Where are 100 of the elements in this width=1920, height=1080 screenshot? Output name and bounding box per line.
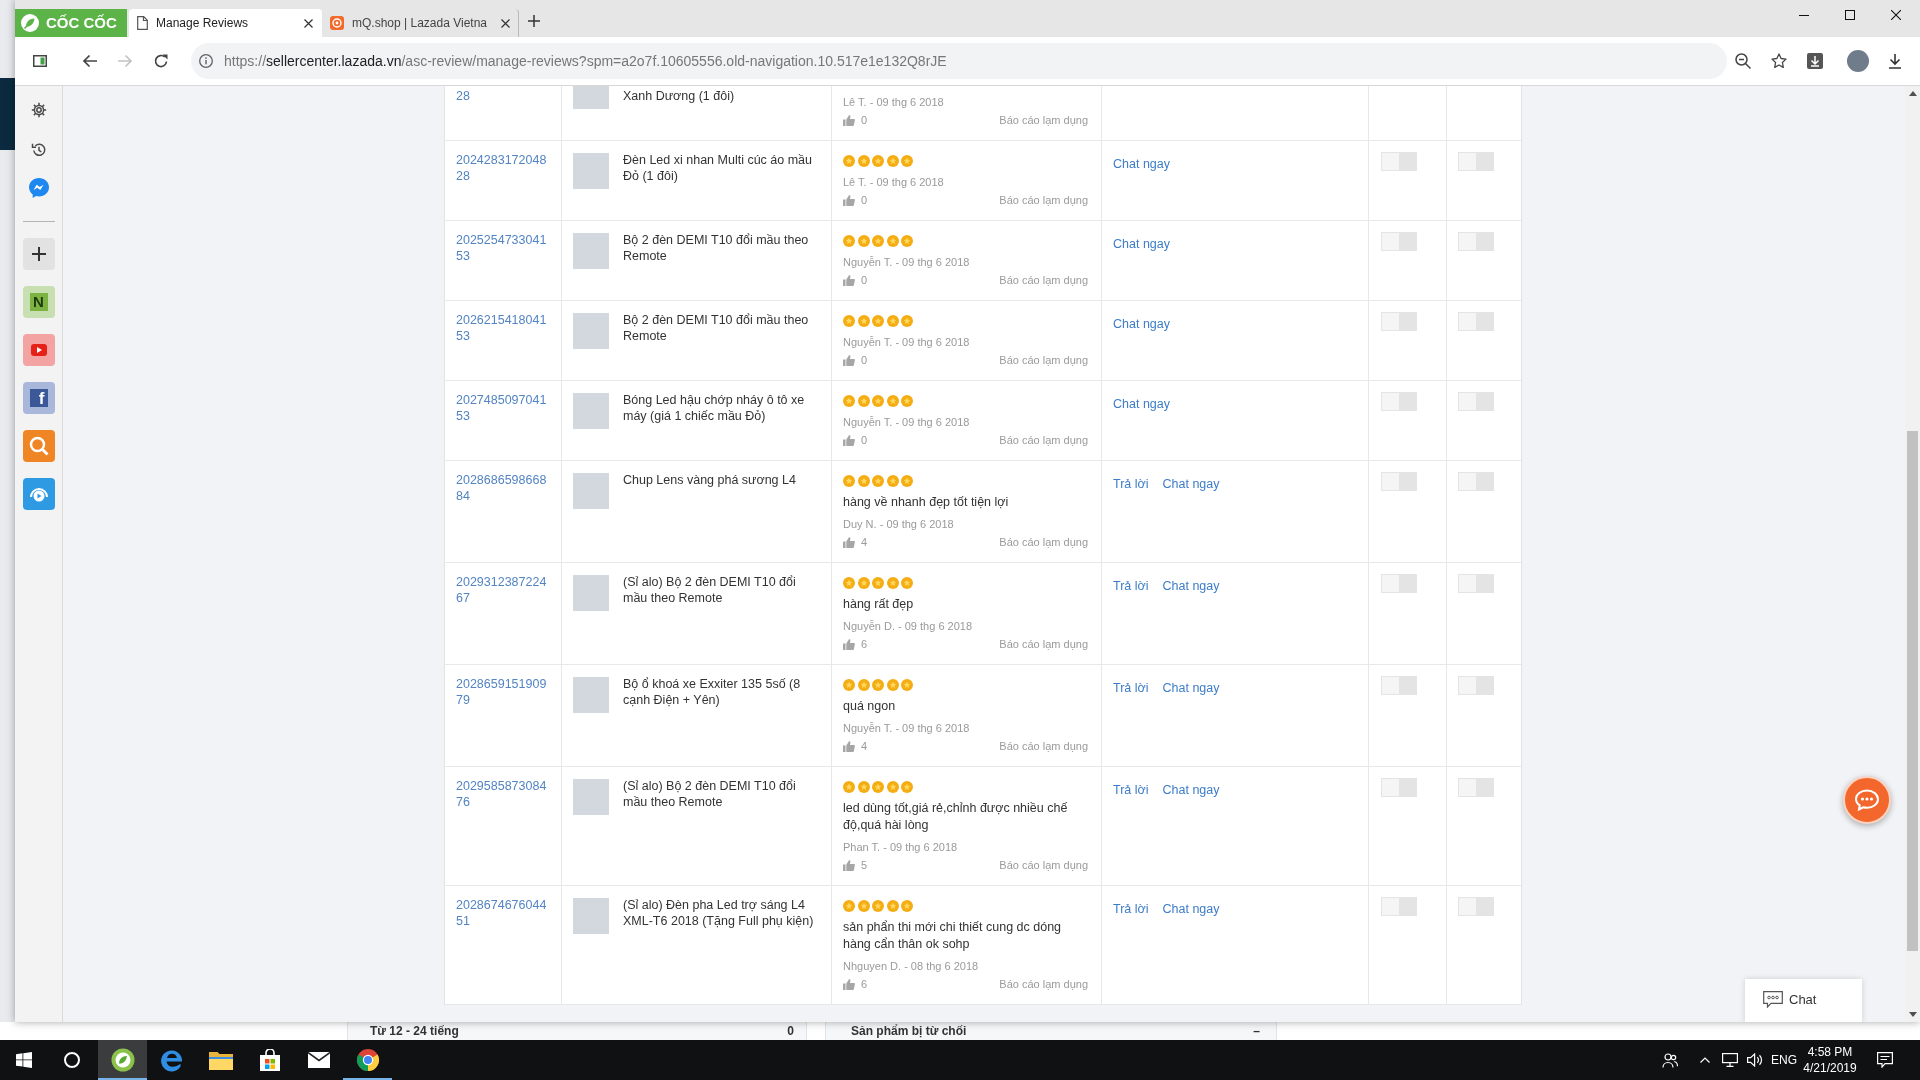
report-abuse-link[interactable]: Báo cáo lạm dụng [999, 534, 1088, 550]
action-link[interactable]: Trả lời [1113, 782, 1149, 798]
action-link[interactable]: Trả lời [1113, 578, 1149, 594]
report-abuse-link[interactable]: Báo cáo lạm dụng [999, 192, 1088, 208]
taskbar-button[interactable] [98, 1040, 147, 1080]
action-link[interactable]: Trả lời [1113, 901, 1149, 917]
review-id-link[interactable]: 202867467604451 [456, 897, 549, 929]
maximize-icon[interactable] [1845, 10, 1855, 20]
report-abuse-link[interactable]: Báo cáo lạm dụng [999, 352, 1088, 368]
browser-tab[interactable]: Manage Reviews [129, 9, 322, 37]
toggle-switch[interactable] [1458, 472, 1494, 491]
toggle-switch[interactable] [1458, 897, 1494, 916]
headphones-play-icon[interactable] [22, 478, 55, 510]
review-id-link[interactable]: 202428317204828 [456, 152, 549, 184]
review-id-link[interactable]: 202931238722467 [456, 574, 549, 606]
review-id-link[interactable]: 202748509704153 [456, 392, 549, 424]
bookmark-star-icon[interactable] [1771, 53, 1787, 69]
address-bar[interactable]: https://sellercenter.lazada.vn/asc-review/manage-reviews?spm=a2o7f.10605556.old-navigation.10.517e1e132Q8rJE [191, 43, 1727, 79]
action-link[interactable]: Trả lời [1113, 476, 1149, 492]
toggle-switch[interactable] [1381, 778, 1417, 797]
toggle-switch[interactable] [1458, 778, 1494, 797]
network-icon[interactable] [1722, 1053, 1738, 1067]
action-link[interactable]: Chat ngay [1162, 476, 1220, 492]
action-link[interactable]: Chat ngay [1162, 901, 1220, 917]
toggle-switch[interactable] [1381, 152, 1417, 171]
download-icon[interactable] [1888, 53, 1902, 69]
product-name: Bóng Led hậu chớp nháy ô tô xe máy (giá 1 chiếc mầu Đỏ) [623, 392, 806, 424]
search-icon[interactable] [22, 430, 55, 462]
review-id-link[interactable]: 202525473304153 [456, 232, 549, 264]
caret-up-icon[interactable] [1908, 91, 1917, 96]
app-button[interactable]: f [22, 382, 55, 414]
people-icon[interactable] [1662, 1052, 1678, 1068]
toggle-switch[interactable] [1381, 676, 1417, 695]
action-link[interactable]: Chat ngay [1162, 578, 1220, 594]
review-id-link[interactable]: 202865915190979 [456, 676, 549, 708]
language-indicator[interactable]: ENG [1771, 1053, 1797, 1067]
toggle-switch[interactable] [1381, 392, 1417, 411]
caret-down-icon[interactable] [1908, 1012, 1917, 1017]
toggle-switch[interactable] [1458, 152, 1494, 171]
add-icon[interactable] [22, 238, 55, 270]
app-button[interactable]: N [22, 286, 55, 318]
notification-icon[interactable] [1877, 1052, 1893, 1068]
video-play-icon[interactable] [22, 334, 55, 366]
toggle-switch[interactable] [1458, 312, 1494, 331]
review-id-link[interactable]: 28 [456, 88, 470, 104]
four-panes-icon[interactable] [16, 1052, 32, 1068]
toggle-switch[interactable] [1458, 574, 1494, 593]
volume-icon[interactable] [1747, 1053, 1763, 1067]
report-abuse-link[interactable]: Báo cáo lạm dụng [999, 112, 1088, 128]
like-count: 6 [861, 977, 868, 992]
toggle-switch[interactable] [1381, 574, 1417, 593]
close-icon[interactable] [501, 18, 510, 28]
action-link[interactable]: Chat ngay [1162, 680, 1220, 696]
action-link[interactable]: Chat ngay [1113, 156, 1170, 172]
report-abuse-link[interactable]: Báo cáo lạm dụng [999, 857, 1088, 873]
review-id-link[interactable]: 202621541804153 [456, 312, 549, 344]
toggle-switch[interactable] [1381, 312, 1417, 331]
toggle-switch[interactable] [1458, 232, 1494, 251]
chat-button[interactable]: Chat [1745, 979, 1862, 1022]
zoom-out-icon[interactable] [1735, 53, 1751, 69]
toggle-switch[interactable] [1458, 392, 1494, 411]
action-link[interactable]: Chat ngay [1113, 316, 1170, 332]
report-abuse-link[interactable]: Báo cáo lạm dụng [999, 976, 1088, 992]
review-id-link[interactable]: 202958587308476 [456, 778, 549, 810]
lightning-chat-bubble-icon[interactable] [28, 178, 49, 198]
history-icon[interactable] [30, 142, 47, 158]
action-link[interactable]: Chat ngay [1113, 396, 1170, 412]
floating-chat-button[interactable] [1843, 776, 1891, 824]
scrollbar-thumb[interactable] [1907, 431, 1918, 951]
action-link[interactable]: Trả lời [1113, 680, 1149, 696]
action-link[interactable]: Chat ngay [1113, 236, 1170, 252]
avatar-icon[interactable] [1847, 50, 1869, 72]
clock-date[interactable]: 4/21/2019 [1803, 1060, 1857, 1076]
toggle-switch[interactable] [1381, 232, 1417, 251]
star-icon [872, 395, 884, 407]
reload-icon[interactable] [153, 53, 169, 69]
toggle-switch[interactable] [1458, 676, 1494, 695]
close-icon[interactable] [1891, 10, 1901, 20]
report-abuse-link[interactable]: Báo cáo lạm dụng [999, 738, 1088, 754]
close-icon[interactable] [304, 18, 313, 28]
toggle-switch[interactable] [1381, 897, 1417, 916]
action-link[interactable]: Chat ngay [1162, 782, 1220, 798]
info-icon[interactable] [199, 54, 213, 68]
clock-time[interactable]: 4:58 PM [1807, 1044, 1853, 1060]
thumbs-up-icon [843, 638, 855, 650]
product-name: Bộ 2 đèn DEMI T10 đổi mầu theo Remote [623, 232, 810, 264]
toggle-switch[interactable] [1381, 472, 1417, 491]
minimize-icon[interactable] [1799, 14, 1809, 16]
product-name: Bộ 2 đèn DEMI T10 đổi mầu theo Remote [623, 312, 810, 344]
report-abuse-link[interactable]: Báo cáo lạm dụng [999, 272, 1088, 288]
download-tile-icon[interactable] [1807, 53, 1823, 69]
report-abuse-link[interactable]: Báo cáo lạm dụng [999, 432, 1088, 448]
chevron-up-icon[interactable] [1700, 1057, 1710, 1063]
new-tab-icon[interactable] [528, 15, 540, 27]
review-id-link[interactable]: 202868659866884 [456, 472, 549, 504]
settings-icon[interactable] [30, 102, 47, 118]
back-arrow-icon[interactable] [82, 54, 98, 68]
report-abuse-link[interactable]: Báo cáo lạm dụng [999, 636, 1088, 652]
ring-icon[interactable] [64, 1052, 80, 1068]
sidebar-toggle-icon[interactable] [33, 55, 47, 67]
